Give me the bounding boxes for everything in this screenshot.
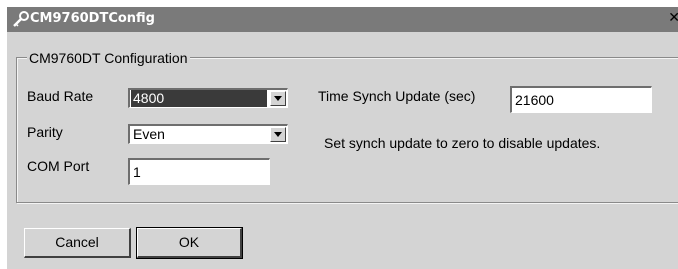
baud-rate-select[interactable]: 4800 [128, 88, 288, 108]
cancel-button[interactable]: Cancel [24, 228, 131, 258]
window-title: CM9760DTConfig [30, 11, 155, 26]
baud-rate-label: Baud Rate [27, 88, 94, 104]
parity-select[interactable]: Even [128, 124, 288, 144]
com-port-label: COM Port [27, 158, 90, 174]
time-synch-label: Time Synch Update (sec) [318, 88, 476, 104]
configuration-group [16, 57, 678, 203]
group-legend: CM9760DT Configuration [27, 50, 190, 66]
baud-rate-dropdown-button[interactable] [270, 91, 286, 106]
parity-value: Even [133, 126, 165, 142]
key-wrench-icon [12, 11, 30, 28]
chevron-down-icon [274, 96, 282, 101]
parity-label: Parity [27, 124, 63, 140]
baud-rate-value: 4800 [131, 90, 267, 107]
synch-hint-text: Set synch update to zero to disable upda… [324, 135, 601, 151]
chevron-down-icon [274, 132, 282, 137]
parity-dropdown-button[interactable] [270, 127, 286, 142]
title-bar[interactable]: CM9760DTConfig [7, 7, 678, 32]
close-icon[interactable]: ✕ [668, 10, 678, 26]
com-port-input[interactable]: 1 [128, 158, 270, 185]
ok-button[interactable]: OK [136, 227, 243, 259]
time-synch-input[interactable]: 21600 [510, 86, 652, 113]
